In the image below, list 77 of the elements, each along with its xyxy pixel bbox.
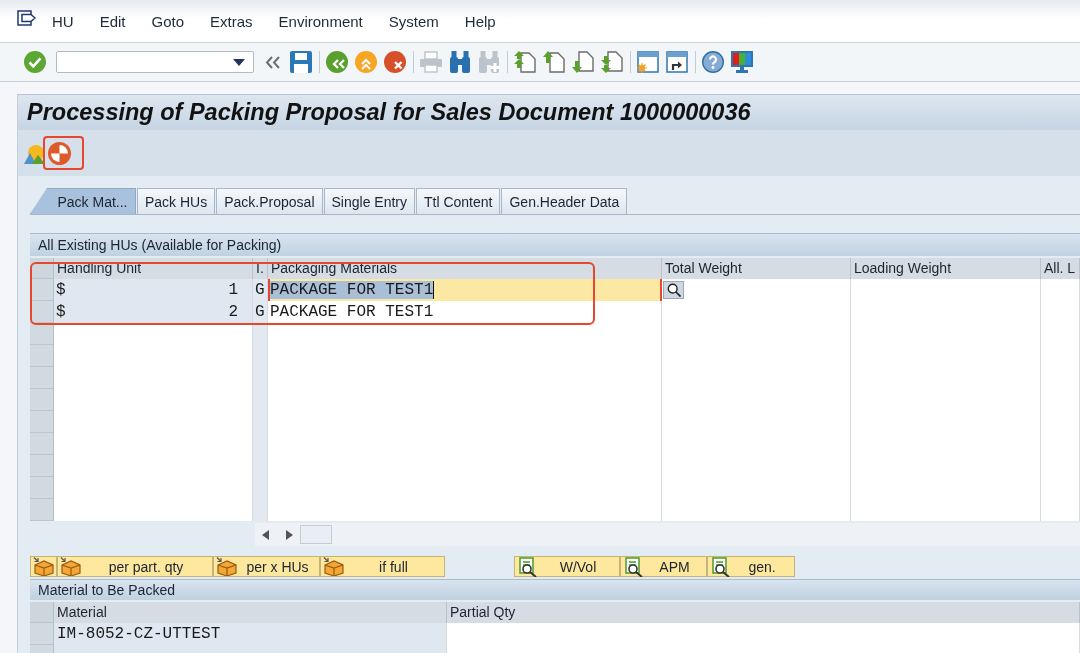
- horizontal-scrollbar[interactable]: [255, 523, 1080, 546]
- screen-title: Processing of Packing Proposal for Sales Document 1000000036: [18, 95, 1080, 130]
- table-cell: G: [253, 301, 268, 323]
- hu-prefix: $: [56, 280, 66, 301]
- menu-item[interactable]: Extras: [197, 8, 266, 34]
- tab[interactable]: Ttl Content: [416, 188, 501, 214]
- shortcut-window-icon[interactable]: [666, 51, 688, 73]
- table-cell: [1041, 279, 1080, 301]
- tab[interactable]: Pack Mat...: [30, 188, 136, 214]
- menu-item[interactable]: Help: [451, 8, 509, 34]
- caret-icon[interactable]: [233, 58, 245, 66]
- search-help-button[interactable]: [663, 281, 684, 299]
- check-button[interactable]: APM: [620, 556, 707, 577]
- window-menu-icon[interactable]: [17, 10, 36, 26]
- search-icon: [666, 283, 681, 297]
- row-selector[interactable]: [30, 323, 54, 345]
- menu-item[interactable]: HU: [39, 8, 87, 34]
- pack-button[interactable]: per part. qty: [57, 556, 213, 577]
- tab[interactable]: Pack HUs: [137, 188, 216, 214]
- document-down-icon[interactable]: [572, 51, 594, 73]
- cross-circle-icon[interactable]: [384, 51, 406, 73]
- check-button[interactable]: gen.: [707, 556, 795, 577]
- document-double-down-icon[interactable]: [601, 51, 623, 73]
- check-icon[interactable]: [24, 51, 46, 73]
- select-all-cell[interactable]: [30, 602, 54, 623]
- menu-item[interactable]: Goto: [138, 8, 198, 34]
- column-header[interactable]: Loading Weight: [851, 258, 1041, 279]
- pack-button[interactable]: [30, 556, 57, 577]
- scroll-left-icon[interactable]: [262, 529, 269, 540]
- table-cell: [1041, 499, 1080, 521]
- row-selector[interactable]: [30, 301, 54, 323]
- menu-item[interactable]: Environment: [265, 8, 376, 34]
- command-field[interactable]: [56, 51, 254, 73]
- sun-mountain-icon[interactable]: [24, 142, 45, 164]
- double-chevron-circle-icon[interactable]: [326, 51, 348, 73]
- help-icon[interactable]: [702, 51, 724, 73]
- document-double-up-icon[interactable]: [514, 51, 536, 73]
- material-field[interactable]: PACKAGE FOR TEST1: [268, 279, 662, 301]
- tab[interactable]: Gen.Header Data: [501, 188, 628, 214]
- double-chevron-icon[interactable]: [265, 55, 280, 69]
- up-chevron-circle-icon[interactable]: [355, 51, 377, 73]
- new-window-icon[interactable]: [637, 51, 659, 73]
- material-field[interactable]: PACKAGE FOR TEST1: [268, 301, 662, 323]
- quartered-circle-icon[interactable]: [48, 141, 71, 165]
- magnifier-document-icon: [517, 556, 539, 577]
- column-header[interactable]: Material: [54, 602, 447, 623]
- save-icon[interactable]: [290, 51, 312, 73]
- column-header[interactable]: Partial Qty: [447, 602, 1080, 623]
- scroll-right-icon[interactable]: [286, 529, 293, 540]
- binoculars-icon[interactable]: [449, 51, 471, 73]
- tab[interactable]: Pack.Proposal: [216, 188, 323, 214]
- magnifier-document-icon: [623, 556, 645, 577]
- pack-button[interactable]: per x HUs: [213, 556, 320, 577]
- monitor-icon[interactable]: [731, 51, 753, 73]
- box-icon: [33, 557, 55, 576]
- box-icon: [60, 557, 82, 576]
- column-header[interactable]: All. L: [1041, 258, 1080, 279]
- document-up-icon[interactable]: [543, 51, 565, 73]
- menu-item[interactable]: Edit: [86, 8, 139, 34]
- column-header[interactable]: Total Weight: [662, 258, 851, 279]
- scrollbar-thumb[interactable]: [300, 525, 332, 544]
- group-header: All Existing HUs (Available for Packing): [30, 233, 1080, 256]
- tab[interactable]: Single Entry: [323, 188, 415, 214]
- column-header[interactable]: Packaging Materials: [268, 258, 662, 279]
- hu-number: 1: [228, 280, 238, 301]
- table-cell: IM-8052-CZ-UTTEST: [54, 623, 447, 645]
- check-button[interactable]: W/Vol: [514, 556, 620, 577]
- row-selector[interactable]: [30, 279, 54, 301]
- box-icon: [216, 557, 238, 576]
- group-header: Material to Be Packed: [30, 579, 1080, 600]
- hu-number: 2: [228, 302, 238, 323]
- table-cell: G: [253, 279, 268, 301]
- magnifier-document-icon: [710, 556, 732, 577]
- menu-item[interactable]: System: [375, 8, 452, 34]
- hu-prefix: $: [56, 302, 66, 323]
- pack-button[interactable]: if full: [320, 556, 445, 577]
- box-icon: [323, 557, 345, 576]
